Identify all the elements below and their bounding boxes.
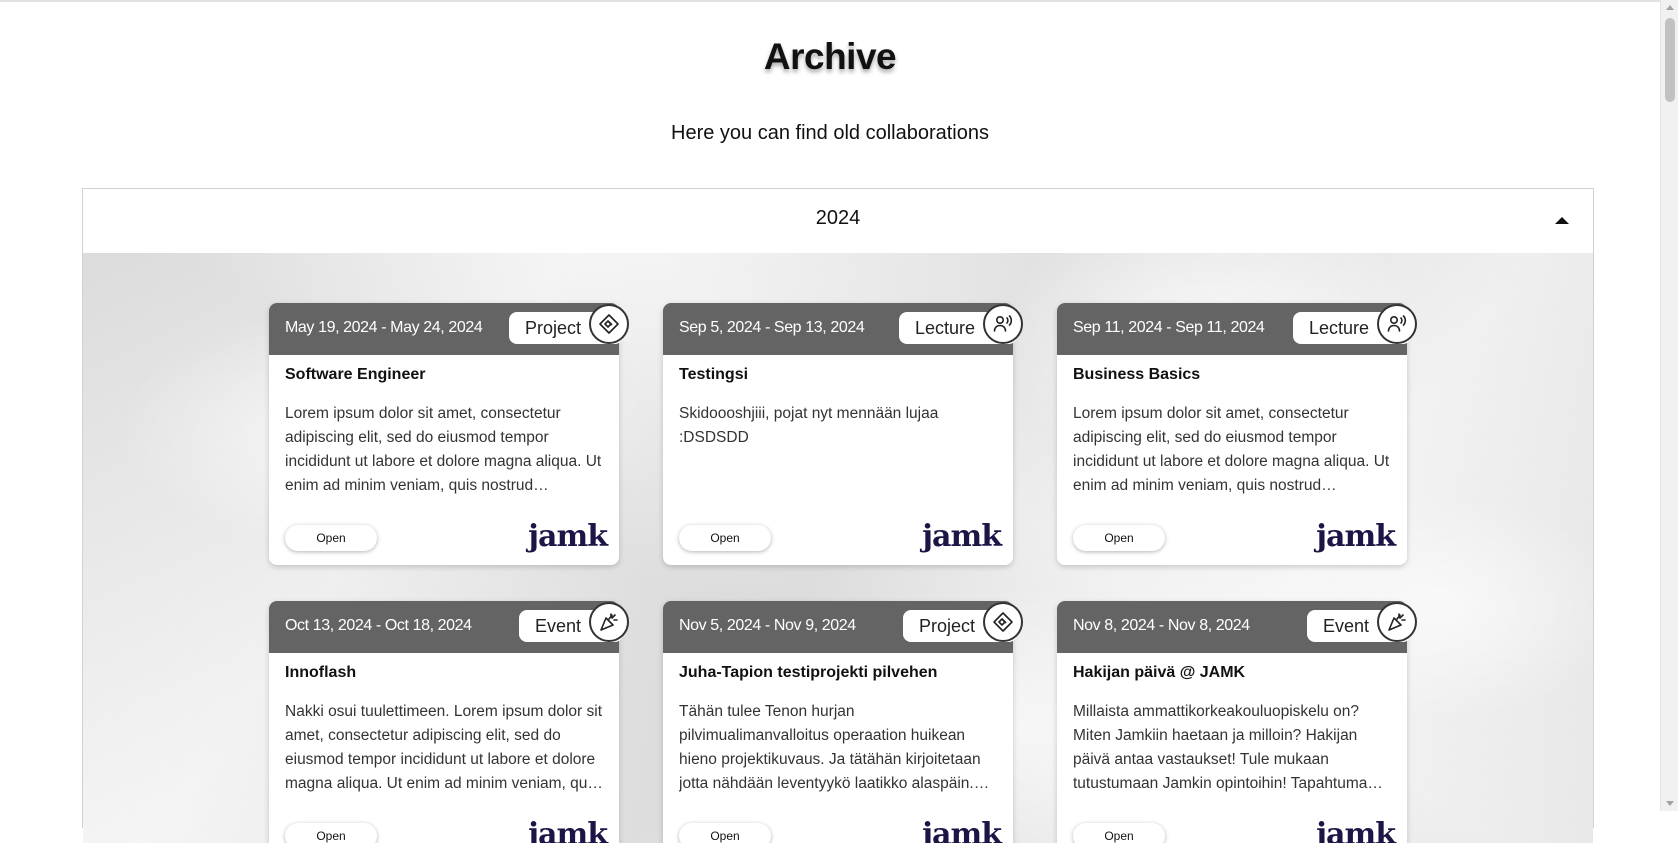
card-description: Millaista ammattikorkeakouluopiskelu on?… — [1073, 703, 1383, 792]
card-type-label: Project — [918, 616, 975, 636]
card-description: Nakki osui tuulettimeen. Lorem ipsum dol… — [285, 703, 603, 792]
open-button[interactable]: Open — [285, 525, 377, 551]
handshake-icon — [589, 304, 629, 344]
card-title: Business Basics — [1073, 366, 1201, 383]
card-date-range: Nov 8, 2024 - Nov 8, 2024 — [1073, 617, 1250, 634]
card-type-label: Project — [524, 318, 581, 338]
card-title: Juha-Tapion testiprojekti pilvehen — [679, 664, 938, 681]
card-title: Hakijan päivä @ JAMK — [1073, 664, 1246, 681]
card-description: Lorem ipsum dolor sit amet, consectetur … — [1073, 405, 1390, 494]
jamk-logo: jamk — [922, 817, 1002, 843]
accordion-year-label: 2024 — [815, 207, 861, 229]
card-header: Nov 8, 2024 - Nov 8, 2024 Event — [1057, 601, 1417, 653]
scrollbar-thumb[interactable] — [1665, 18, 1675, 102]
collaboration-card: Nov 8, 2024 - Nov 8, 2024 Event Hakijan … — [1057, 601, 1417, 843]
collaboration-card: May 19, 2024 - May 24, 2024 Project Soft… — [269, 303, 629, 565]
card-date-range: Oct 13, 2024 - Oct 18, 2024 — [285, 617, 472, 634]
open-button[interactable]: Open — [285, 823, 377, 843]
card-description: Lorem ipsum dolor sit amet, consectetur … — [285, 405, 602, 494]
handshake-icon — [983, 602, 1023, 642]
page-subtitle: Here you can find old collaborations — [671, 122, 989, 144]
vertical-scrollbar[interactable] — [1660, 0, 1678, 811]
year-accordion: 2024 May 19, 2024 - May 24, 2024 Project… — [82, 188, 1594, 843]
party-popper-icon — [589, 602, 629, 642]
speaker-icon — [983, 304, 1023, 344]
top-bar-shadow — [0, 0, 1660, 2]
card-header: Nov 5, 2024 - Nov 9, 2024 Project — [663, 601, 1023, 653]
card-title: Software Engineer — [285, 366, 426, 383]
scroll-up-arrow-icon[interactable] — [1666, 5, 1674, 10]
jamk-logo: jamk — [1316, 817, 1396, 843]
scroll-down-arrow-icon[interactable] — [1666, 801, 1674, 806]
jamk-logo: jamk — [528, 519, 608, 554]
jamk-logo: jamk — [922, 519, 1002, 554]
jamk-logo: jamk — [528, 817, 608, 843]
jamk-logo: jamk — [1316, 519, 1396, 554]
collaboration-card: Nov 5, 2024 - Nov 9, 2024 Project Juha-T… — [663, 601, 1023, 843]
card-description: Tähän tulee Tenon hurjan pilvimualimanva… — [679, 703, 990, 792]
card-type-label: Event — [1322, 616, 1369, 636]
speaker-icon — [1377, 304, 1417, 344]
card-type-label: Lecture — [914, 318, 975, 338]
accordion-header[interactable]: 2024 — [83, 189, 1593, 253]
card-type-label: Event — [534, 616, 581, 636]
party-popper-icon — [1377, 602, 1417, 642]
open-button[interactable]: Open — [679, 823, 771, 843]
collaboration-card: Oct 13, 2024 - Oct 18, 2024 Event Innofl… — [269, 601, 629, 843]
collaboration-card: Sep 5, 2024 - Sep 13, 2024 Lecture Testi… — [663, 303, 1023, 565]
card-title: Testingsi — [679, 366, 749, 383]
card-header: Sep 11, 2024 - Sep 11, 2024 Lecture — [1057, 303, 1417, 355]
card-description: Skidoooshjiii, pojat nyt mennään lujaa :… — [679, 405, 939, 446]
open-button[interactable]: Open — [679, 525, 771, 551]
collaboration-card: Sep 11, 2024 - Sep 11, 2024 Lecture Busi… — [1057, 303, 1417, 565]
card-date-range: Sep 5, 2024 - Sep 13, 2024 — [679, 319, 865, 336]
card-title: Innoflash — [285, 664, 357, 681]
card-type-label: Lecture — [1308, 318, 1369, 338]
open-button[interactable]: Open — [1073, 823, 1165, 843]
card-date-range: May 19, 2024 - May 24, 2024 — [285, 319, 483, 336]
card-header: Oct 13, 2024 - Oct 18, 2024 Event — [269, 601, 629, 653]
card-date-range: Sep 11, 2024 - Sep 11, 2024 — [1073, 319, 1265, 336]
card-date-range: Nov 5, 2024 - Nov 9, 2024 — [679, 617, 856, 634]
open-button[interactable]: Open — [1073, 525, 1165, 551]
collapse-caret-icon[interactable] — [1555, 217, 1569, 224]
page-title: Archive — [763, 36, 897, 77]
card-header: Sep 5, 2024 - Sep 13, 2024 Lecture — [663, 303, 1023, 355]
card-header: May 19, 2024 - May 24, 2024 Project — [269, 303, 629, 355]
accordion-body: May 19, 2024 - May 24, 2024 Project Soft… — [83, 253, 1593, 843]
